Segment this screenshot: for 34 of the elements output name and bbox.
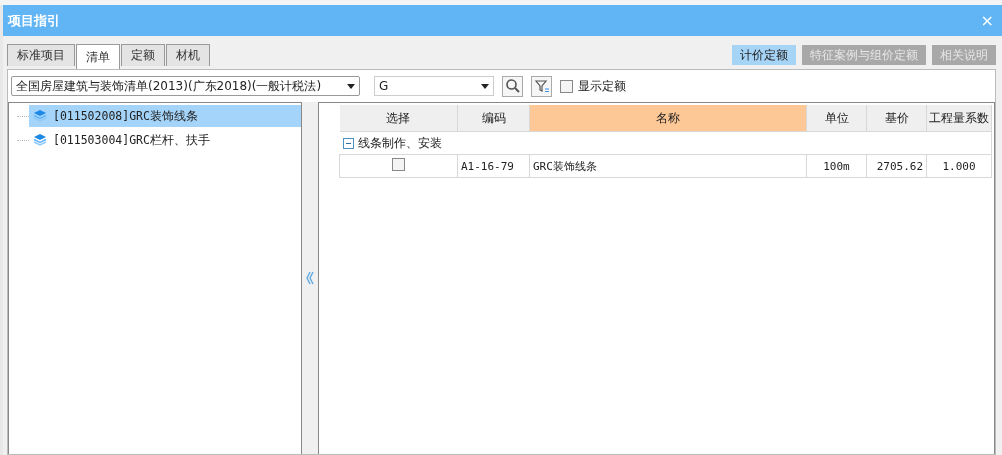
checkbox[interactable] — [560, 79, 573, 93]
caret-icon — [347, 83, 355, 89]
table-cell: A1-16-79 — [457, 154, 530, 178]
caret-icon — [481, 83, 489, 89]
column-header[interactable]: 名称 — [529, 105, 807, 132]
tab[interactable]: 材机 — [166, 44, 210, 66]
expand-toggle[interactable] — [342, 137, 354, 149]
column-header[interactable]: 单位 — [806, 105, 867, 132]
filter-button[interactable] — [531, 75, 552, 97]
column-header[interactable]: 编码 — [457, 105, 530, 132]
filter-icon — [533, 78, 550, 94]
tree-item[interactable]: [011502008]GRC装饰线条 — [29, 105, 301, 127]
table-cell: GRC装饰线条 — [529, 154, 807, 178]
layers-icon — [33, 109, 47, 123]
search-icon — [504, 78, 521, 94]
checkbox-label: 显示定额 — [578, 77, 626, 95]
tab[interactable]: 标准项目 — [7, 44, 75, 66]
table-cell: 2705.62 — [866, 154, 927, 178]
tab[interactable]: 定额 — [121, 44, 165, 66]
table-cell: 100m — [806, 154, 867, 178]
view-button[interactable]: 计价定额 — [732, 45, 796, 65]
group-label: 线条制作、安装 — [357, 134, 442, 152]
window-title: 项目指引 — [8, 11, 60, 30]
column-header[interactable]: 选择 — [339, 105, 458, 132]
table-cell: 1.000 — [926, 154, 992, 178]
column-header[interactable]: 工程量系数 — [926, 105, 992, 132]
tab[interactable]: 清单 — [76, 44, 120, 69]
checkbox[interactable] — [392, 158, 405, 171]
search-field[interactable]: G — [374, 76, 494, 96]
library-dropdown[interactable]: 全国房屋建筑与装饰清单(2013)(广东2018)(一般计税法) — [11, 76, 360, 96]
column-header[interactable]: 基价 — [866, 105, 927, 132]
tree-item[interactable]: [011503004]GRC栏杆、扶手 — [29, 129, 301, 151]
layers-icon — [33, 133, 47, 147]
search-button[interactable] — [502, 75, 523, 97]
